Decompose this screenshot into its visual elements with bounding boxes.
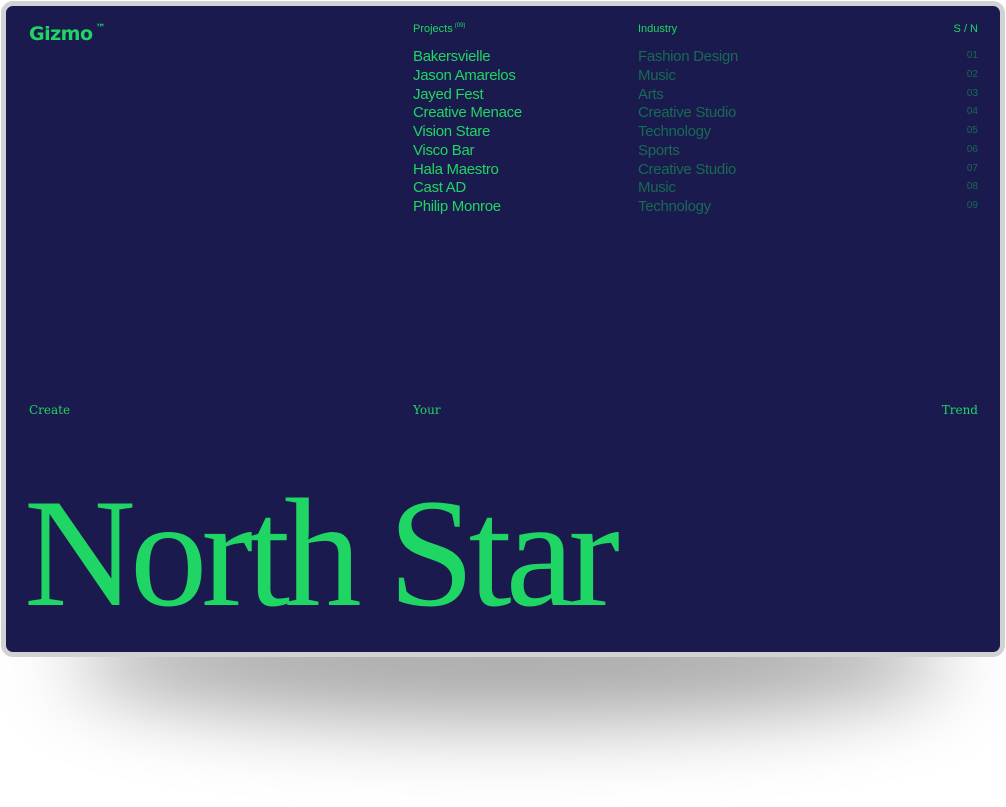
tagline-word-trend: Trend	[941, 403, 978, 417]
project-industry: Music	[638, 179, 676, 197]
browser-frame: Gizmo ™ Projects (09) Industry S / N Baker…	[1, 1, 1005, 657]
project-row[interactable]: Creative Menace Creative Studio 04	[413, 104, 978, 123]
project-name[interactable]: Cast AD	[413, 179, 466, 196]
project-serial-number: 07	[966, 162, 978, 174]
project-industry: Sports	[638, 141, 680, 159]
project-row[interactable]: Jason Amarelos Music 02	[413, 67, 978, 86]
tagline-word-create: Create	[29, 403, 71, 417]
project-name[interactable]: Vision Stare	[413, 123, 490, 140]
project-row[interactable]: Bakersvielle Fashion Design 01	[413, 48, 978, 67]
project-serial-number: 08	[966, 181, 978, 193]
project-industry: Arts	[638, 85, 664, 103]
project-name[interactable]: Bakersvielle	[413, 48, 491, 65]
brand-logo[interactable]: Gizmo ™	[29, 23, 106, 45]
project-serial-number: 06	[966, 143, 978, 155]
brand-name: Gizmo	[29, 23, 93, 45]
project-name[interactable]: Hala Maestro	[413, 161, 499, 178]
project-industry: Technology	[638, 123, 711, 140]
tagline-word-your: Your	[413, 403, 441, 417]
project-row[interactable]: Visco Bar Sports 06	[413, 142, 978, 161]
industry-column-header: Industry	[638, 23, 678, 35]
project-row[interactable]: Philip Monroe Technology 09	[413, 198, 978, 217]
project-industry: Fashion Design	[638, 48, 739, 65]
project-serial-number: 03	[966, 87, 978, 99]
project-serial-number: 05	[966, 125, 978, 136]
project-industry: Creative Studio	[638, 160, 737, 178]
project-serial-number: 04	[966, 106, 978, 118]
project-name[interactable]: Jayed Fest	[413, 86, 484, 103]
project-row[interactable]: Hala Maestro Creative Studio 07	[413, 161, 978, 180]
project-list: Bakersvielle Fashion Design 01 Jason Ama…	[413, 48, 978, 217]
projects-column-header: Projects (09)	[413, 23, 465, 35]
project-industry: Music	[638, 66, 676, 84]
project-name[interactable]: Philip Monroe	[413, 198, 501, 215]
hero-title: North Star	[24, 467, 620, 639]
project-name[interactable]: Creative Menace	[413, 104, 522, 121]
project-industry: Technology	[638, 198, 711, 215]
project-row[interactable]: Jayed Fest Arts 03	[413, 86, 978, 105]
project-name[interactable]: Jason Amarelos	[413, 67, 516, 84]
project-row[interactable]: Cast AD Music 08	[413, 179, 978, 198]
project-name[interactable]: Visco Bar	[413, 142, 475, 159]
projects-count: (09)	[454, 23, 466, 29]
project-serial-number: 02	[966, 68, 978, 80]
project-industry: Creative Studio	[638, 104, 737, 122]
project-serial-number: 01	[966, 50, 978, 61]
trademark-symbol: ™	[95, 23, 106, 34]
page: Gizmo ™ Projects (09) Industry S / N Baker…	[6, 6, 1000, 652]
projects-label: Projects	[413, 23, 453, 35]
serial-number-column-header: S / N	[953, 23, 978, 35]
project-serial-number: 09	[966, 200, 978, 211]
project-row[interactable]: Vision Stare Technology 05	[413, 123, 978, 142]
